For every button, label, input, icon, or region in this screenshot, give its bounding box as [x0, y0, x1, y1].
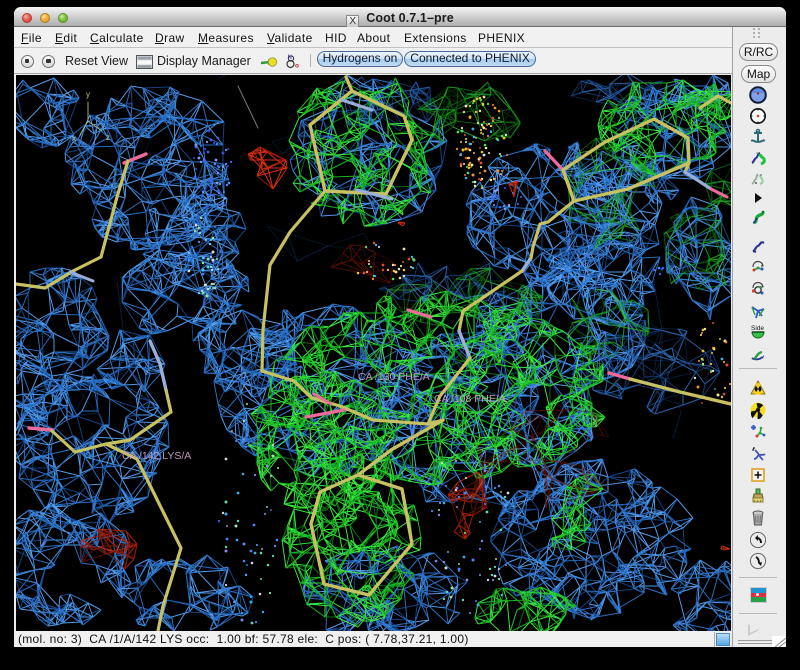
- svg-text:x: x: [72, 134, 76, 143]
- svg-text:y: y: [86, 90, 90, 99]
- svg-text:z: z: [106, 133, 110, 142]
- svg-text:Side: Side: [751, 325, 764, 332]
- svg-text:o: o: [295, 63, 299, 70]
- svg-text:CA /130 PHE/A: CA /130 PHE/A: [358, 371, 430, 383]
- svg-text:CA /142 LYS/A: CA /142 LYS/A: [122, 450, 191, 462]
- svg-text:CA /108 PHE/A: CA /108 PHE/A: [434, 393, 506, 405]
